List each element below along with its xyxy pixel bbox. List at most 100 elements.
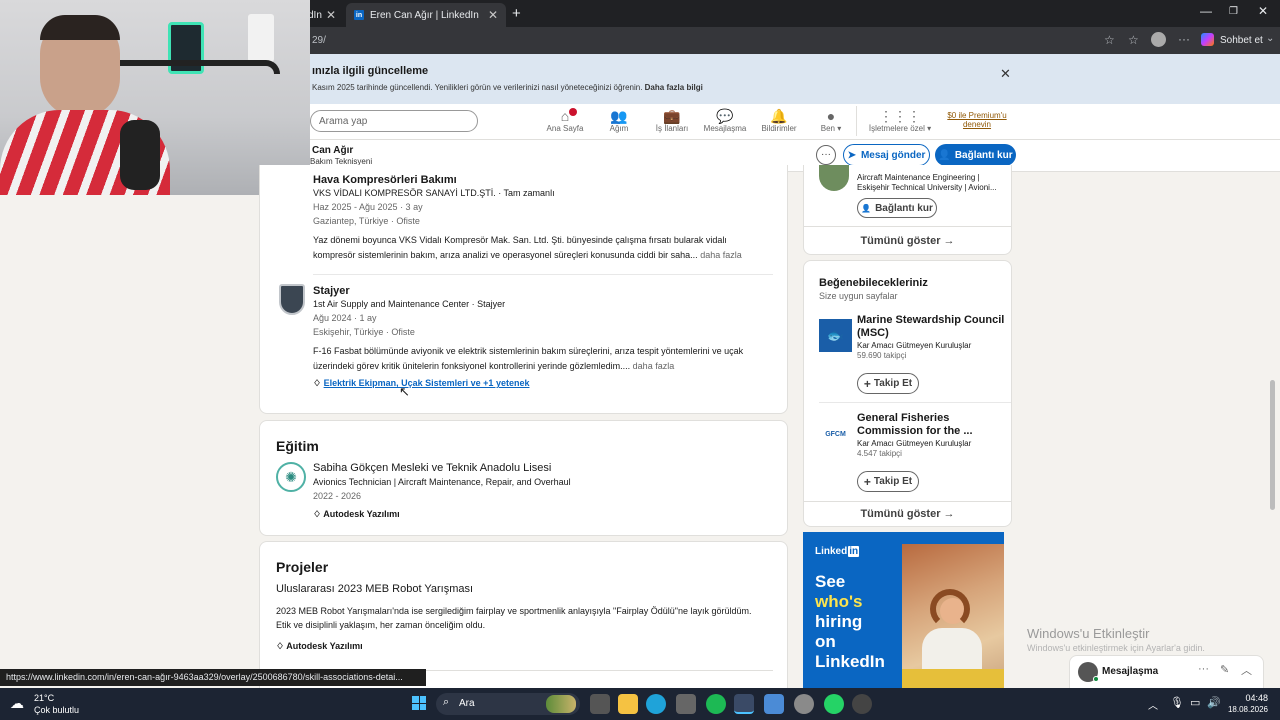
nav-label: Bildirimler	[761, 124, 797, 133]
page-name[interactable]: General Fisheries Commission for the ...	[857, 412, 973, 438]
star-icon[interactable]: ☆	[1104, 33, 1115, 47]
person-headline: Aircraft Maintenance Engineering | Eskiş…	[857, 173, 997, 193]
more-options-button[interactable]: ···	[816, 145, 836, 165]
close-icon[interactable]: ✕	[488, 8, 498, 22]
profile-name: Can Ağır	[312, 145, 354, 156]
people-icon: 👥	[610, 108, 628, 124]
app-icon[interactable]	[852, 694, 872, 714]
ad-line: on	[815, 632, 836, 651]
new-tab-button[interactable]: +	[512, 5, 521, 22]
follow-label: Takip Et	[873, 378, 913, 389]
spotify-icon[interactable]	[706, 694, 726, 714]
compose-icon[interactable]: ✎	[1220, 663, 1229, 676]
divider	[804, 226, 1011, 227]
nav-jobs[interactable]: 💼 İş İlanları	[647, 108, 697, 133]
settings-icon[interactable]	[794, 694, 814, 714]
volume-icon[interactable]: 🔊	[1207, 696, 1221, 709]
nav-network[interactable]: 👥 Ağım	[594, 108, 644, 133]
steam-icon[interactable]	[734, 694, 754, 714]
clock-time[interactable]: 04:48	[1228, 693, 1268, 703]
school-logo: ✺	[276, 462, 306, 492]
minimize-icon[interactable]: —	[1200, 4, 1212, 18]
connect-button[interactable]: 👤 Bağlantı kur	[857, 198, 937, 218]
chevron-down-icon[interactable]: ⌄	[1266, 33, 1274, 44]
see-more-link[interactable]: daha fazla	[700, 250, 742, 260]
whatsapp-icon[interactable]	[824, 694, 844, 714]
nav-me[interactable]: ● Ben ▾	[806, 108, 856, 133]
clock-date[interactable]: 18.08.2026	[1222, 705, 1268, 714]
project-title: Uluslararası 2023 MEB Robot Yarışması	[276, 583, 474, 595]
app-icon[interactable]	[764, 694, 784, 714]
weather-desc: Çok bulutlu	[34, 705, 80, 715]
start-button[interactable]	[412, 696, 426, 710]
banner-link[interactable]: Daha fazla bilgi	[645, 83, 703, 92]
plus-icon: +	[863, 474, 871, 489]
message-button[interactable]: ➤ Mesaj gönder	[843, 144, 930, 166]
url-field[interactable]: 29/	[312, 35, 326, 46]
follow-button[interactable]: + Takip Et	[857, 373, 919, 394]
cursor-icon: ↖	[399, 384, 410, 399]
favorites-icon[interactable]: ☆	[1128, 33, 1139, 47]
skills-link[interactable]: ♢ Autodesk Yazılımı	[313, 509, 400, 520]
scrollbar-thumb[interactable]	[1270, 380, 1275, 510]
edge-icon[interactable]	[646, 694, 666, 714]
taskbar-search[interactable]: ⌕ Ara	[436, 693, 580, 715]
follow-button[interactable]: + Takip Et	[857, 471, 919, 492]
brand-badge: in	[848, 546, 860, 557]
microphone-icon[interactable]: 🎙	[1170, 696, 1184, 709]
avatar[interactable]	[819, 165, 849, 191]
network-icon[interactable]: ▭	[1190, 696, 1200, 709]
weather-temp: 21°C	[34, 693, 55, 703]
activation-watermark-title: Windows'u Etkinleştir	[1027, 626, 1150, 641]
skills-label: Elektrik Ekipman, Uçak Sistemleri ve +1 …	[323, 378, 530, 388]
hiring-ad[interactable]: Linked in See who's hiring on LinkedIn	[803, 532, 1004, 688]
nav-home[interactable]: ⌂ Ana Sayfa	[540, 108, 590, 133]
store-icon[interactable]	[676, 694, 696, 714]
add-person-icon: 👤	[938, 149, 951, 161]
avatar: ●	[826, 108, 836, 124]
chevron-up-icon[interactable]: ︿	[1148, 697, 1158, 712]
skills-link[interactable]: ♢ Autodesk Yazılımı	[276, 641, 363, 652]
diamond-icon: ♢	[313, 509, 322, 519]
copilot-button[interactable]: Sohbet et	[1220, 35, 1263, 46]
file-explorer-icon[interactable]	[618, 694, 638, 714]
show-all-link[interactable]: Tümünü göster →	[804, 235, 1011, 247]
nav-label: Ben	[820, 124, 835, 133]
see-more-link[interactable]: daha fazla	[633, 361, 675, 371]
brand-text: Linked	[815, 546, 848, 557]
search-input[interactable]: Arama yap	[310, 110, 478, 132]
page-name[interactable]: Marine Stewardship Council (MSC)	[857, 314, 1004, 340]
show-all-link[interactable]: Tümünü göster →	[804, 508, 1011, 520]
close-icon[interactable]: ✕	[326, 8, 336, 22]
description-line: Etik ve disiplinli yaklaşım, her zaman ö…	[276, 620, 486, 630]
page-followers: 59.690 takipçi	[857, 351, 907, 360]
hair	[40, 15, 120, 40]
restore-icon[interactable]: ❐	[1229, 6, 1238, 17]
notification-badge	[569, 108, 577, 116]
divider	[804, 501, 1011, 502]
more-icon[interactable]: ···	[1198, 663, 1209, 675]
ad-line: See	[815, 572, 846, 591]
banner-title: ınızla ilgili güncelleme	[312, 65, 429, 77]
nav-messaging[interactable]: 💬 Mesajlaşma	[700, 108, 750, 133]
ad-line: who's	[815, 592, 863, 611]
skills-link[interactable]: ♢ Elektrik Ekipman, Uçak Sistemleri ve +…	[313, 378, 529, 389]
windows-taskbar: ☁ 21°C Çok bulutlu ⌕ Ara ︿ 🎙 ▭ 🔊 04:48 1…	[0, 688, 1280, 720]
close-window-icon[interactable]: ✕	[1258, 4, 1268, 18]
premium-link[interactable]: $0 ile Premium'u denevin	[942, 111, 1012, 129]
chevron-up-icon[interactable]: ︿	[1241, 662, 1252, 678]
close-icon[interactable]: ✕	[1000, 66, 1011, 82]
profile-avatar[interactable]	[1151, 32, 1166, 47]
nav-notifications[interactable]: 🔔 Bildirimler	[754, 108, 804, 133]
nav-business[interactable]: ⋮⋮⋮ İşletmelere özel ▾	[866, 108, 934, 133]
connect-label: Bağlantı kur	[875, 202, 933, 214]
messaging-widget[interactable]: Mesajlaşma ··· ✎ ︿	[1069, 655, 1264, 688]
school-name: Sabiha Gökçen Mesleki ve Teknik Anadolu …	[313, 462, 552, 474]
experience-dates: Ağu 2024 · 1 ay	[313, 313, 377, 323]
connect-button[interactable]: 👤 Bağlantı kur	[935, 144, 1016, 166]
projects-heading: Projeler	[276, 559, 329, 575]
task-view-icon[interactable]	[590, 694, 610, 714]
more-icon[interactable]: ···	[1178, 32, 1190, 46]
nav-label: Mesajlaşma	[703, 124, 747, 133]
tab-active[interactable]: in Eren Can Ağır | LinkedIn ✕	[346, 3, 506, 27]
